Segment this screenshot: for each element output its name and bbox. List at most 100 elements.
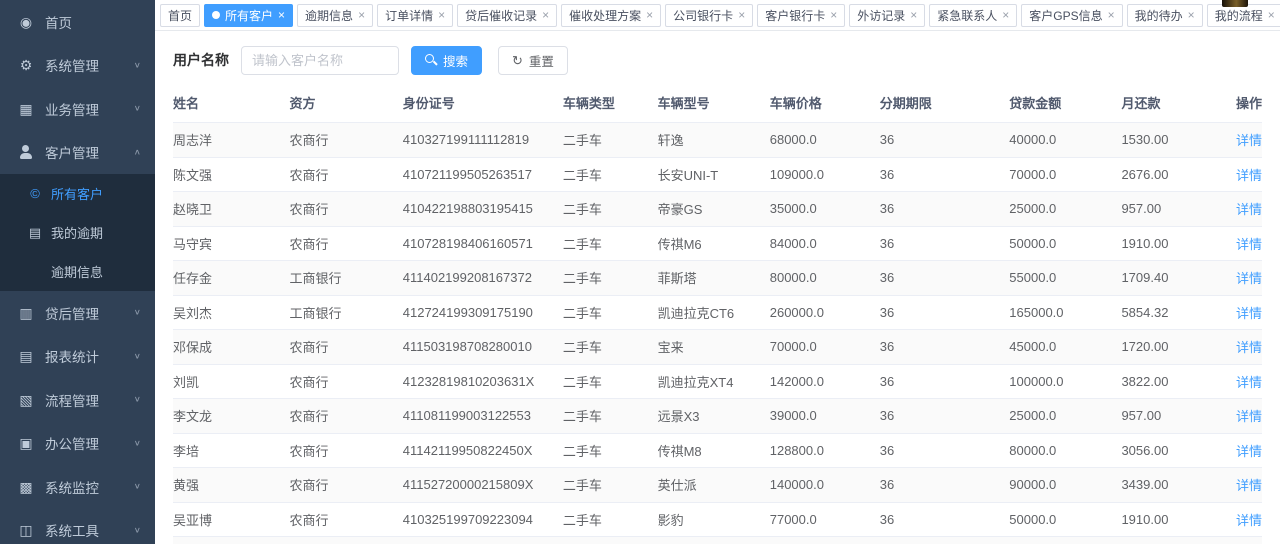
tab-close-icon[interactable]: × <box>1268 9 1275 21</box>
tab-close-icon[interactable]: × <box>542 9 549 21</box>
sidebar-item[interactable]: ▦ 业务管理 ∨ <box>0 87 155 131</box>
tab[interactable]: 客户GPS信息 × <box>1021 4 1122 27</box>
sidebar-item[interactable]: ⚙ 系统管理 ∨ <box>0 44 155 88</box>
tab[interactable]: 所有客户 × <box>204 4 293 27</box>
detail-link[interactable]: 详情 <box>1236 202 1262 217</box>
cell-vehicle-price: 39000.0 <box>770 399 880 434</box>
table-row: 周志洋 农商行 410327199111112819 二手车 轩逸 68000.… <box>173 123 1262 158</box>
cell-loan-amount: 45000.0 <box>1009 330 1121 365</box>
dashboard-icon: ◉ <box>18 14 34 30</box>
detail-link[interactable]: 详情 <box>1236 237 1262 252</box>
cell-vehicle-price: 109000.0 <box>770 157 880 192</box>
table-row: 陈文强 农商行 410721199505263517 二手车 长安UNI-T 1… <box>173 157 1262 192</box>
sidebar-item[interactable]: ▤ 报表统计 ∨ <box>0 335 155 379</box>
cell-loan-amount: 50000.0 <box>1009 226 1121 261</box>
cell-funder: 农商行 <box>290 468 403 503</box>
cell-vehicle-model: 菲斯塔 <box>658 261 770 296</box>
tab-close-icon[interactable]: × <box>738 9 745 21</box>
customer-table: 姓名 资方 身份证号 车辆类型 车辆型号 车辆价格 分期期限 贷款金额 月还款 … <box>173 88 1262 544</box>
sidebar-item[interactable]: ▤ 我的逾期 <box>0 213 155 252</box>
sidebar-item-label: 首页 <box>45 12 141 32</box>
tab-close-icon[interactable]: × <box>438 9 445 21</box>
sidebar-item-label: 贷后管理 <box>45 303 134 323</box>
tab[interactable]: 公司银行卡 × <box>665 4 753 27</box>
cell-loan-amount: 25000.0 <box>1009 192 1121 227</box>
sidebar-item[interactable]: 逾期信息 <box>0 252 155 291</box>
sidebar: ◉ 首页 ⚙ 系统管理 ∨ ▦ 业务管理 ∨ 客户管理 ∧ <box>0 0 155 544</box>
cell-loan-amount: 100000.0 <box>1009 364 1121 399</box>
sidebar-item[interactable]: ▩ 系统监控 ∨ <box>0 465 155 509</box>
tab-close-icon[interactable]: × <box>830 9 837 21</box>
detail-link[interactable]: 详情 <box>1236 168 1262 183</box>
cell-monthly-payment: 1530.00 <box>1121 123 1234 158</box>
cell-vehicle-price: 68000.0 <box>770 123 880 158</box>
cell-monthly-payment: 1720.00 <box>1121 330 1234 365</box>
tab-close-icon[interactable]: × <box>358 9 365 21</box>
search-button[interactable]: 搜索 <box>411 46 482 75</box>
cell-term: 36 <box>880 192 1010 227</box>
table-row: 邓保成 农商行 411503198708280010 二手车 宝来 70000.… <box>173 330 1262 365</box>
tab-close-icon[interactable]: × <box>278 9 285 21</box>
cell-loan-amount: 40000.0 <box>1009 123 1121 158</box>
copyright-icon: © <box>28 186 42 202</box>
cell-term: 36 <box>880 295 1010 330</box>
col-header-vehicle-model: 车辆型号 <box>658 88 770 123</box>
tab[interactable]: 贷后催收记录 × <box>457 4 557 27</box>
cell-vehicle-type: 二手车 <box>563 537 658 544</box>
cell-vehicle-type: 二手车 <box>563 226 658 261</box>
tab[interactable]: 首页 × <box>160 4 200 27</box>
cell-vehicle-model: 凯迪拉克XT4 <box>658 364 770 399</box>
detail-link[interactable]: 详情 <box>1236 444 1262 459</box>
sidebar-item[interactable]: ▥ 贷后管理 ∨ <box>0 291 155 335</box>
detail-link[interactable]: 详情 <box>1236 133 1262 148</box>
detail-link[interactable]: 详情 <box>1236 513 1262 528</box>
tab-close-icon[interactable]: × <box>1002 9 1009 21</box>
cell-vehicle-price: 77000.0 <box>770 502 880 537</box>
sidebar-item[interactable]: © 所有客户 <box>0 174 155 213</box>
sidebar-item[interactable]: ▣ 办公管理 ∨ <box>0 422 155 466</box>
detail-link[interactable]: 详情 <box>1236 306 1262 321</box>
cell-vehicle-model: 传祺M8 <box>658 433 770 468</box>
tab-close-icon[interactable]: × <box>646 9 653 21</box>
customer-name-input[interactable] <box>241 46 399 75</box>
table-row: 吴亚博 农商行 410325199709223094 二手车 影豹 77000.… <box>173 502 1262 537</box>
tab[interactable]: 客户银行卡 × <box>757 4 845 27</box>
sidebar-item[interactable]: 客户管理 ∧ <box>0 131 155 175</box>
cell-id-number: 410721199505263517 <box>403 157 563 192</box>
tab-close-icon[interactable]: × <box>1108 9 1115 21</box>
cell-vehicle-type: 二手车 <box>563 468 658 503</box>
tab-label: 公司银行卡 <box>673 7 733 24</box>
sidebar-item[interactable]: ◫ 系统工具 ∨ <box>0 509 155 544</box>
tab[interactable]: 我的待办 × <box>1127 4 1203 27</box>
cell-id-number: 411503198708280010 <box>403 330 563 365</box>
tab-close-icon[interactable]: × <box>910 9 917 21</box>
tab-label: 紧急联系人 <box>937 7 997 24</box>
cell-monthly-payment: 2676.00 <box>1121 157 1234 192</box>
cell-vehicle-type: 二手车 <box>563 364 658 399</box>
tab-close-icon[interactable]: × <box>1188 9 1195 21</box>
tab[interactable]: 紧急联系人 × <box>929 4 1017 27</box>
cell-name: 吴刘杰 <box>173 295 290 330</box>
detail-link[interactable]: 详情 <box>1236 409 1262 424</box>
sidebar-item[interactable]: ◉ 首页 <box>0 0 155 44</box>
tab[interactable]: 催收处理方案 × <box>561 4 661 27</box>
detail-link[interactable]: 详情 <box>1236 271 1262 286</box>
sidebar-item-label: 所有客户 <box>51 184 141 203</box>
cell-vehicle-type: 二手车 <box>563 502 658 537</box>
cell-vehicle-price: 260000.0 <box>770 295 880 330</box>
cell-vehicle-price: 128800.0 <box>770 433 880 468</box>
detail-link[interactable]: 详情 <box>1236 340 1262 355</box>
cell-id-number: 410327199111112819 <box>403 123 563 158</box>
detail-link[interactable]: 详情 <box>1236 375 1262 390</box>
user-avatar-partial[interactable] <box>1222 0 1248 7</box>
tab[interactable]: 外访记录 × <box>849 4 925 27</box>
cell-term: 36 <box>880 502 1010 537</box>
sidebar-item[interactable]: ▧ 流程管理 ∨ <box>0 378 155 422</box>
tab[interactable]: 订单详情 × <box>377 4 453 27</box>
app-root: ◉ 首页 ⚙ 系统管理 ∨ ▦ 业务管理 ∨ 客户管理 ∧ <box>0 0 1280 544</box>
col-header-monthly-payment: 月还款 <box>1121 88 1234 123</box>
detail-link[interactable]: 详情 <box>1236 478 1262 493</box>
table-row: 王志伟 农商行 二手车 轩逸 <box>173 537 1262 544</box>
tab[interactable]: 逾期信息 × <box>297 4 373 27</box>
reset-button[interactable]: ↻ 重置 <box>498 46 568 75</box>
